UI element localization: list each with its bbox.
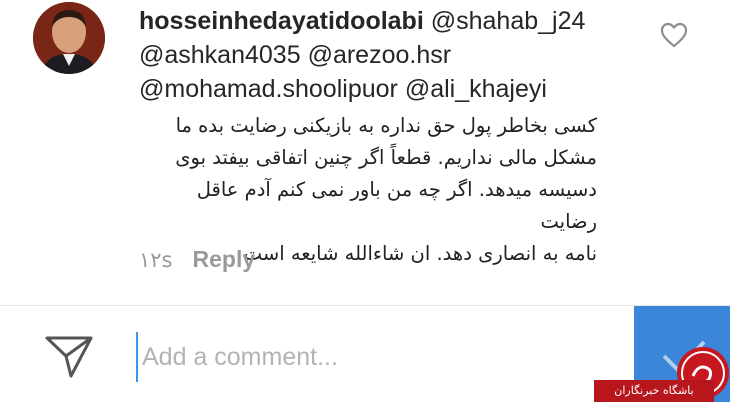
mention-link[interactable]: @ashkan4035 bbox=[139, 41, 301, 69]
comment-meta: ۱۲s Reply bbox=[139, 246, 255, 273]
avatar[interactable] bbox=[33, 2, 105, 74]
comment-item: hosseinhedayatidoolabi @shahab_j24 @ashk… bbox=[0, 0, 730, 305]
paper-plane-icon[interactable] bbox=[44, 333, 94, 379]
watermark-banner: باشگاه خبرنگاران bbox=[594, 380, 714, 402]
heart-icon[interactable] bbox=[660, 22, 688, 48]
comment-body: hosseinhedayatidoolabi @shahab_j24 @ashk… bbox=[139, 4, 639, 270]
mention-link[interactable]: @shahab_j24 bbox=[431, 7, 586, 35]
comment-message-line: مشکل مالی نداریم. قطعاً اگر چنین اتفاقی … bbox=[175, 146, 597, 169]
comment-header: hosseinhedayatidoolabi @shahab_j24 @ashk… bbox=[139, 4, 639, 106]
comment-message-line: کسی بخاطر پول حق نداره به بازیکنی رضایت … bbox=[175, 114, 597, 137]
comment-timestamp: ۱۲s bbox=[139, 248, 173, 272]
comment-username[interactable]: hosseinhedayatidoolabi bbox=[139, 7, 424, 35]
avatar-image bbox=[33, 2, 105, 74]
comment-message-line: دسیسه میدهد. اگر چه من باور نمی کنم آدم … bbox=[196, 178, 597, 233]
mention-link[interactable]: @arezoo.hsr bbox=[308, 41, 452, 69]
reply-button[interactable]: Reply bbox=[193, 246, 256, 273]
mention-link[interactable]: @mohamad.shoolipuor bbox=[139, 75, 398, 103]
mention-link[interactable]: @ali_khajeyi bbox=[405, 75, 547, 103]
comment-input[interactable] bbox=[136, 332, 624, 382]
